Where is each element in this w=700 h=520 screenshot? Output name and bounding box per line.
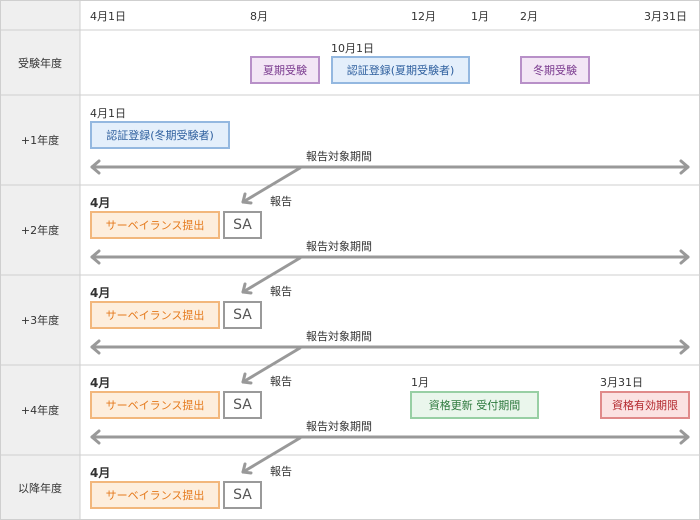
period-label-1: 報告対象期間 (306, 150, 372, 163)
row-label-year1: +1年度 (20, 134, 60, 147)
month-apr-4: 4月 (90, 376, 111, 390)
date-apr1: 4月1日 (90, 107, 126, 120)
tick-dec: 12月 (411, 10, 436, 23)
sa-box-4: SA (223, 391, 262, 419)
renewal-period-box: 資格更新 受付期間 (410, 391, 539, 419)
tick-apr1: 4月1日 (90, 10, 126, 23)
month-apr-3: 4月 (90, 286, 111, 300)
tick-mar31: 3月31日 (644, 10, 687, 23)
row-label-exam-year: 受験年度 (18, 56, 62, 70)
row-label-later: 以降年度 (18, 481, 62, 495)
period-label-2: 報告対象期間 (306, 240, 372, 253)
summer-exam-box: 夏期受験 (250, 56, 320, 84)
date-oct1: 10月1日 (331, 42, 374, 55)
tick-aug: 8月 (250, 10, 268, 23)
row-label-year4: +4年度 (20, 404, 60, 417)
month-apr-later: 4月 (90, 466, 111, 480)
tick-jan: 1月 (471, 10, 489, 23)
expiry-box: 資格有効期限 (600, 391, 690, 419)
report-label-2: 報告 (270, 195, 292, 208)
date-jan: 1月 (411, 376, 429, 389)
surveillance-box-2: サーベイランス提出 (90, 211, 220, 239)
report-label-4: 報告 (270, 375, 292, 388)
sa-box-later: SA (223, 481, 262, 509)
sa-box-3: SA (223, 301, 262, 329)
period-label-4: 報告対象期間 (306, 420, 372, 433)
period-label-3: 報告対象期間 (306, 330, 372, 343)
row-label-year3: +3年度 (20, 314, 60, 327)
winter-exam-box: 冬期受験 (520, 56, 590, 84)
surveillance-box-4: サーベイランス提出 (90, 391, 220, 419)
report-label-3: 報告 (270, 285, 292, 298)
sa-box-2: SA (223, 211, 262, 239)
row-label-year2: +2年度 (20, 224, 60, 237)
tick-feb: 2月 (520, 10, 538, 23)
report-label-later: 報告 (270, 465, 292, 478)
cert-summer-box: 認証登録(夏期受験者) (331, 56, 470, 84)
date-mar31: 3月31日 (600, 376, 643, 389)
surveillance-box-later: サーベイランス提出 (90, 481, 220, 509)
surveillance-box-3: サーベイランス提出 (90, 301, 220, 329)
month-apr-2: 4月 (90, 196, 111, 210)
cert-winter-box: 認証登録(冬期受験者) (90, 121, 230, 149)
